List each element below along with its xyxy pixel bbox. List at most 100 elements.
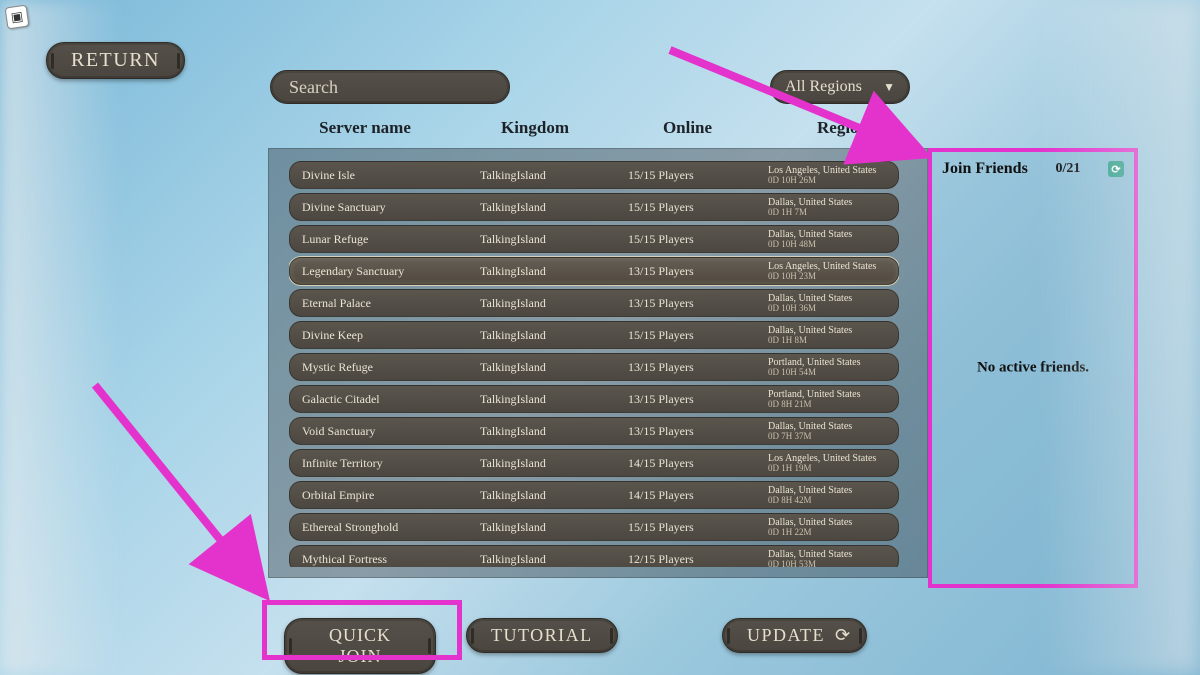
server-row[interactable]: Ethereal StrongholdTalkingIsland15/15 Pl… — [289, 513, 899, 541]
friends-title: Join Friends — [942, 160, 1028, 178]
server-online: 13/15 Players — [628, 392, 768, 407]
server-name: Legendary Sanctuary — [302, 264, 480, 279]
server-name: Divine Keep — [302, 328, 480, 343]
server-age: 0D 1H 7M — [768, 208, 886, 218]
server-name: Orbital Empire — [302, 488, 480, 503]
server-online: 13/15 Players — [628, 296, 768, 311]
server-region: Los Angeles, United States0D 10H 26M — [768, 165, 886, 186]
server-region: Portland, United States0D 10H 54M — [768, 357, 886, 378]
server-online: 13/15 Players — [628, 424, 768, 439]
update-button-label: UPDATE — [747, 625, 825, 646]
server-age: 0D 10H 26M — [768, 176, 886, 186]
server-name: Void Sanctuary — [302, 424, 480, 439]
server-list[interactable]: Divine IsleTalkingIsland15/15 PlayersLos… — [289, 161, 899, 567]
col-kingdom: Kingdom — [460, 118, 610, 138]
server-name: Infinite Territory — [302, 456, 480, 471]
refresh-icon: ⟳ — [835, 625, 852, 646]
server-online: 14/15 Players — [628, 488, 768, 503]
region-filter-label: All Regions — [785, 78, 862, 96]
server-row[interactable]: Galactic CitadelTalkingIsland13/15 Playe… — [289, 385, 899, 413]
refresh-friends-icon[interactable]: ⟳ — [1108, 161, 1124, 177]
server-name: Divine Sanctuary — [302, 200, 480, 215]
col-region: Region — [765, 118, 920, 138]
server-region: Dallas, United States0D 10H 36M — [768, 293, 886, 314]
server-kingdom: TalkingIsland — [480, 200, 628, 215]
server-name: Galactic Citadel — [302, 392, 480, 407]
roblox-logo-icon: ▣ — [5, 5, 30, 30]
server-region: Dallas, United States0D 10H 53M — [768, 549, 886, 567]
server-row[interactable]: Mythical FortressTalkingIsland12/15 Play… — [289, 545, 899, 567]
server-age: 0D 10H 48M — [768, 240, 886, 250]
server-online: 13/15 Players — [628, 360, 768, 375]
server-row[interactable]: Infinite TerritoryTalkingIsland14/15 Pla… — [289, 449, 899, 477]
server-row[interactable]: Divine IsleTalkingIsland15/15 PlayersLos… — [289, 161, 899, 189]
server-column-headers: Server name Kingdom Online Region — [270, 118, 930, 138]
col-server-name: Server name — [270, 118, 460, 138]
server-list-panel: Divine IsleTalkingIsland15/15 PlayersLos… — [268, 148, 928, 578]
server-kingdom: TalkingIsland — [480, 296, 628, 311]
server-region: Dallas, United States0D 10H 48M — [768, 229, 886, 250]
server-age: 0D 8H 42M — [768, 496, 886, 506]
server-age: 0D 10H 36M — [768, 304, 886, 314]
server-online: 12/15 Players — [628, 552, 768, 567]
server-online: 15/15 Players — [628, 200, 768, 215]
server-kingdom: TalkingIsland — [480, 328, 628, 343]
server-kingdom: TalkingIsland — [480, 168, 628, 183]
friends-count: 0/21 — [1055, 161, 1080, 177]
server-region: Los Angeles, United States0D 1H 19M — [768, 453, 886, 474]
server-region: Portland, United States0D 8H 21M — [768, 389, 886, 410]
friends-empty-message: No active friends. — [932, 360, 1134, 377]
region-filter-dropdown[interactable]: All Regions ▼ — [770, 70, 910, 104]
quick-join-button[interactable]: QUICK JOIN — [284, 618, 436, 674]
server-row[interactable]: Divine KeepTalkingIsland15/15 PlayersDal… — [289, 321, 899, 349]
server-age: 0D 8H 21M — [768, 400, 886, 410]
server-name: Eternal Palace — [302, 296, 480, 311]
server-region: Dallas, United States0D 1H 22M — [768, 517, 886, 538]
server-age: 0D 10H 54M — [768, 368, 886, 378]
server-kingdom: TalkingIsland — [480, 488, 628, 503]
col-online: Online — [610, 118, 765, 138]
tutorial-button[interactable]: TUTORIAL — [466, 618, 618, 653]
server-row[interactable]: Divine SanctuaryTalkingIsland15/15 Playe… — [289, 193, 899, 221]
server-online: 15/15 Players — [628, 232, 768, 247]
server-row[interactable]: Void SanctuaryTalkingIsland13/15 Players… — [289, 417, 899, 445]
search-input[interactable] — [270, 70, 510, 104]
server-age: 0D 7H 37M — [768, 432, 886, 442]
server-online: 14/15 Players — [628, 456, 768, 471]
server-kingdom: TalkingIsland — [480, 264, 628, 279]
server-row[interactable]: Legendary SanctuaryTalkingIsland13/15 Pl… — [289, 257, 899, 285]
return-button[interactable]: RETURN — [46, 42, 185, 79]
server-region: Los Angeles, United States0D 10H 23M — [768, 261, 886, 282]
server-region: Dallas, United States0D 1H 8M — [768, 325, 886, 346]
server-age: 0D 10H 23M — [768, 272, 886, 282]
server-row[interactable]: Lunar RefugeTalkingIsland15/15 PlayersDa… — [289, 225, 899, 253]
server-region: Dallas, United States0D 7H 37M — [768, 421, 886, 442]
server-kingdom: TalkingIsland — [480, 552, 628, 567]
server-kingdom: TalkingIsland — [480, 456, 628, 471]
server-row[interactable]: Mystic RefugeTalkingIsland13/15 PlayersP… — [289, 353, 899, 381]
server-kingdom: TalkingIsland — [480, 392, 628, 407]
server-row[interactable]: Orbital EmpireTalkingIsland14/15 Players… — [289, 481, 899, 509]
server-region: Dallas, United States0D 8H 42M — [768, 485, 886, 506]
server-row[interactable]: Eternal PalaceTalkingIsland13/15 Players… — [289, 289, 899, 317]
server-online: 15/15 Players — [628, 328, 768, 343]
server-age: 0D 1H 22M — [768, 528, 886, 538]
server-kingdom: TalkingIsland — [480, 520, 628, 535]
server-name: Divine Isle — [302, 168, 480, 183]
server-name: Mystic Refuge — [302, 360, 480, 375]
friends-panel: Join Friends 0/21 ⟳ No active friends. — [928, 148, 1138, 588]
server-kingdom: TalkingIsland — [480, 232, 628, 247]
chevron-down-icon: ▼ — [883, 80, 895, 95]
server-age: 0D 10H 53M — [768, 560, 886, 567]
server-age: 0D 1H 8M — [768, 336, 886, 346]
server-online: 15/15 Players — [628, 168, 768, 183]
server-region: Dallas, United States0D 1H 7M — [768, 197, 886, 218]
server-online: 15/15 Players — [628, 520, 768, 535]
server-kingdom: TalkingIsland — [480, 360, 628, 375]
update-button[interactable]: UPDATE ⟳ — [722, 618, 867, 653]
server-name: Mythical Fortress — [302, 552, 480, 567]
server-kingdom: TalkingIsland — [480, 424, 628, 439]
server-name: Ethereal Stronghold — [302, 520, 480, 535]
server-age: 0D 1H 19M — [768, 464, 886, 474]
server-online: 13/15 Players — [628, 264, 768, 279]
